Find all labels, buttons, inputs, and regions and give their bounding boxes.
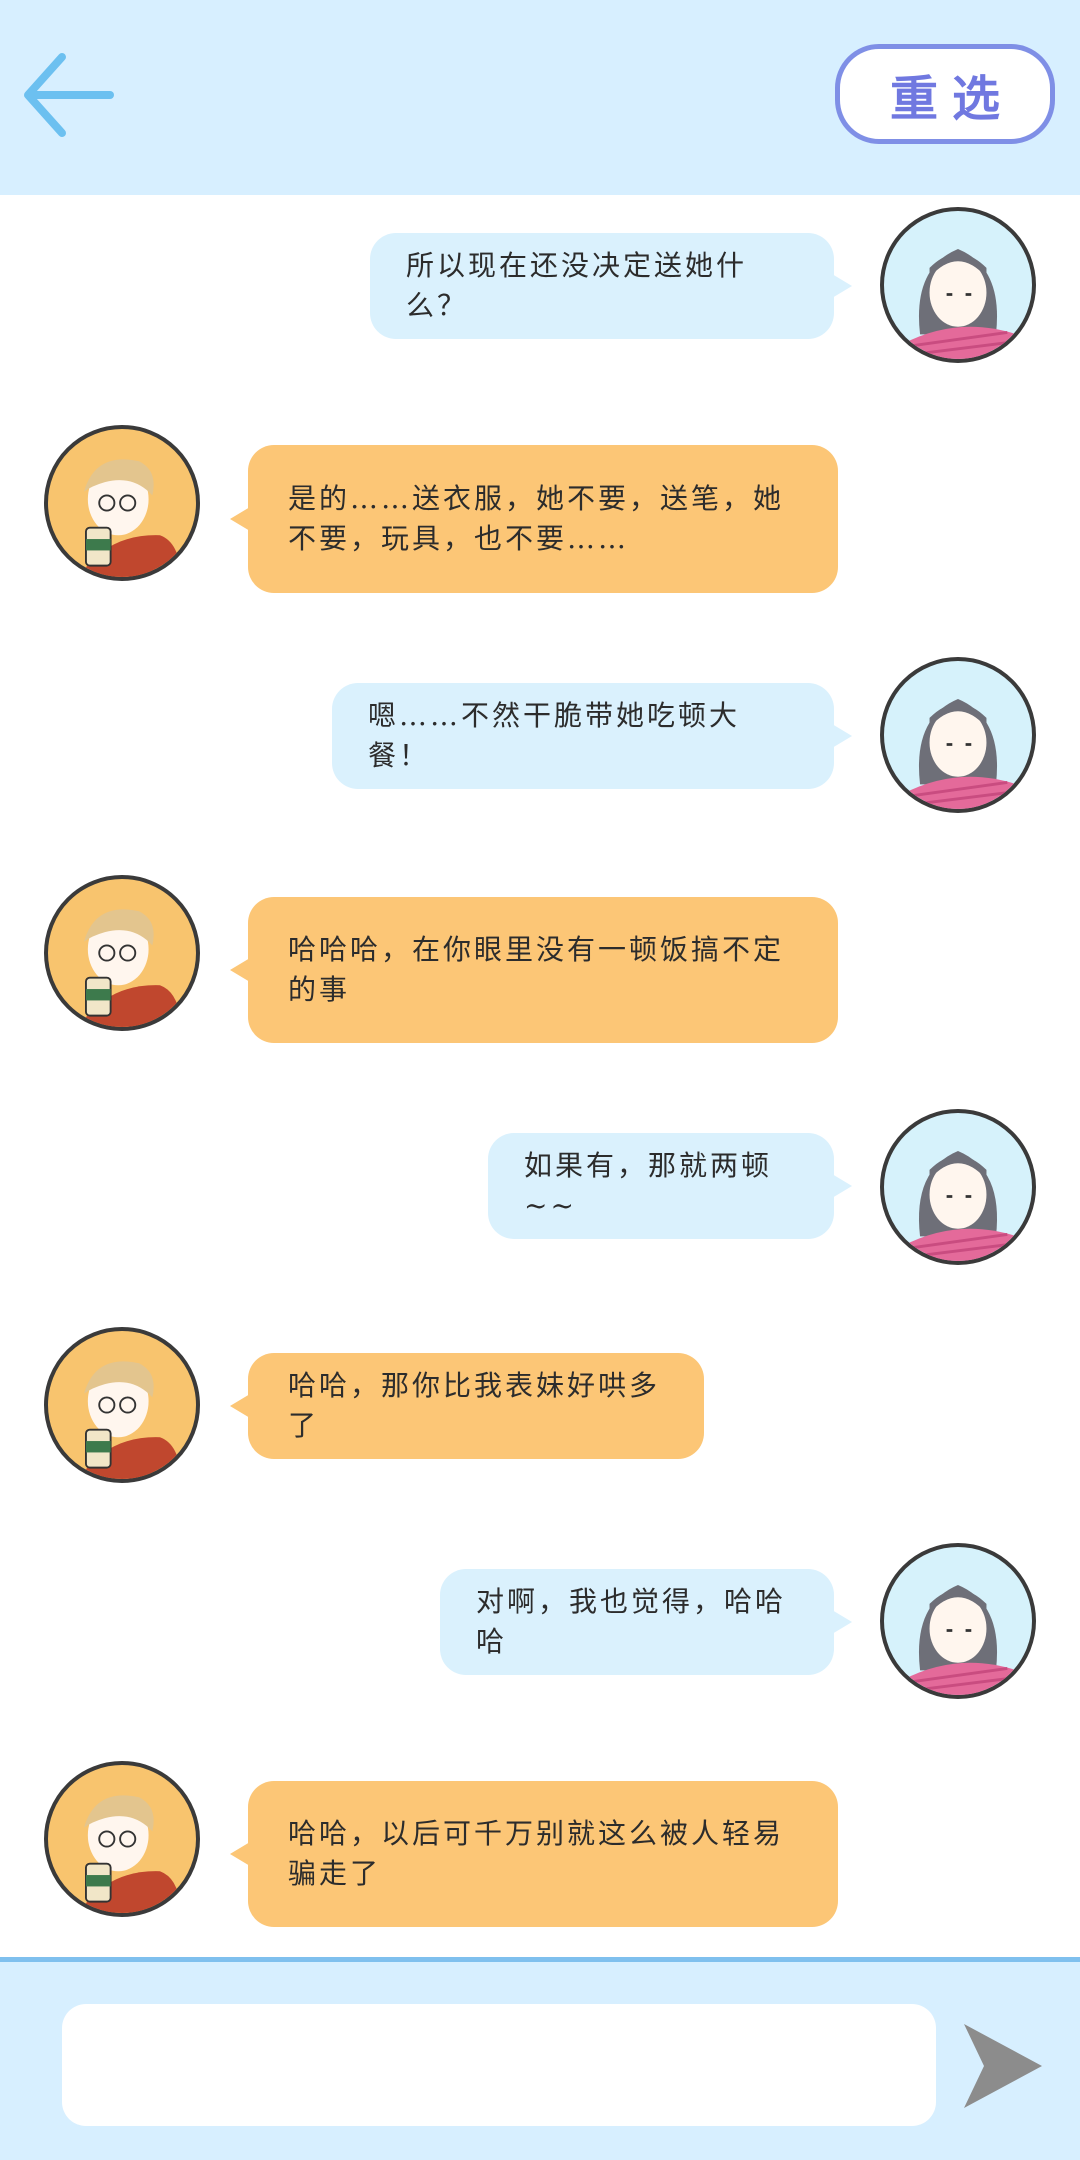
send-button[interactable] bbox=[962, 2020, 1044, 2112]
girl-portrait-icon bbox=[902, 248, 1017, 359]
avatar-boy[interactable] bbox=[44, 1327, 200, 1483]
message-text: 嗯……不然干脆带她吃顿大餐！ bbox=[368, 699, 741, 772]
girl-portrait-icon bbox=[902, 698, 1017, 809]
avatar-boy[interactable] bbox=[44, 1761, 200, 1917]
boy-portrait-icon bbox=[78, 909, 181, 1027]
boy-portrait-icon bbox=[78, 1795, 181, 1913]
message-list[interactable]: 所以现在还没决定送她什么？ 是的……送衣服，她不要，送笔，她不要，玩具，也不要…… bbox=[0, 195, 1080, 1957]
message-text: 所以现在还没决定送她什么？ bbox=[406, 249, 748, 322]
message-text: 哈哈，以后可千万别就这么被人轻易骗走了 bbox=[288, 1817, 785, 1890]
boy-portrait-icon bbox=[78, 1361, 181, 1479]
chat-bubble-boy: 是的……送衣服，她不要，送笔，她不要，玩具，也不要…… bbox=[230, 445, 838, 593]
girl-portrait-icon bbox=[902, 1584, 1017, 1695]
message-text: 如果有，那就两顿~~ bbox=[524, 1149, 773, 1222]
reselect-label: 重选 bbox=[889, 71, 1014, 127]
girl-portrait-icon bbox=[902, 1150, 1017, 1261]
chat-bubble-boy: 哈哈，那你比我表妹好哄多了 bbox=[230, 1353, 704, 1459]
message-text: 哈哈哈，在你眼里没有一顿饭搞不定的事 bbox=[288, 933, 785, 1006]
avatar-girl[interactable] bbox=[880, 207, 1036, 363]
message-text: 对啊，我也觉得，哈哈哈 bbox=[476, 1585, 787, 1658]
message-text: 是的……送衣服，她不要，送笔，她不要，玩具，也不要…… bbox=[288, 482, 785, 555]
reselect-button[interactable]: 重选 bbox=[835, 44, 1055, 144]
chat-screen: 重选 所以现在还没决定送她什么？ 是的……送衣服，她不要，送笔，她不要，玩具，也… bbox=[0, 0, 1080, 2160]
boy-portrait-icon bbox=[78, 459, 181, 577]
chat-bubble-girl: 所以现在还没决定送她什么？ bbox=[370, 233, 852, 339]
avatar-girl[interactable] bbox=[880, 657, 1036, 813]
composer-bar bbox=[0, 1957, 1080, 2160]
message-text: 哈哈，那你比我表妹好哄多了 bbox=[288, 1369, 661, 1442]
message-input[interactable] bbox=[62, 2004, 936, 2126]
back-button[interactable] bbox=[18, 45, 118, 145]
chat-bubble-boy: 哈哈哈，在你眼里没有一顿饭搞不定的事 bbox=[230, 897, 838, 1043]
avatar-girl[interactable] bbox=[880, 1543, 1036, 1699]
avatar-girl[interactable] bbox=[880, 1109, 1036, 1265]
chat-bubble-girl: 嗯……不然干脆带她吃顿大餐！ bbox=[332, 683, 852, 789]
chat-bubble-girl: 对啊，我也觉得，哈哈哈 bbox=[440, 1569, 852, 1675]
send-icon bbox=[964, 2024, 1042, 2108]
arrow-left-icon bbox=[24, 53, 114, 137]
chat-bubble-girl: 如果有，那就两顿~~ bbox=[488, 1133, 852, 1239]
chat-bubble-boy: 哈哈，以后可千万别就这么被人轻易骗走了 bbox=[230, 1781, 838, 1927]
avatar-boy[interactable] bbox=[44, 875, 200, 1031]
avatar-boy[interactable] bbox=[44, 425, 200, 581]
top-bar: 重选 bbox=[0, 0, 1080, 195]
